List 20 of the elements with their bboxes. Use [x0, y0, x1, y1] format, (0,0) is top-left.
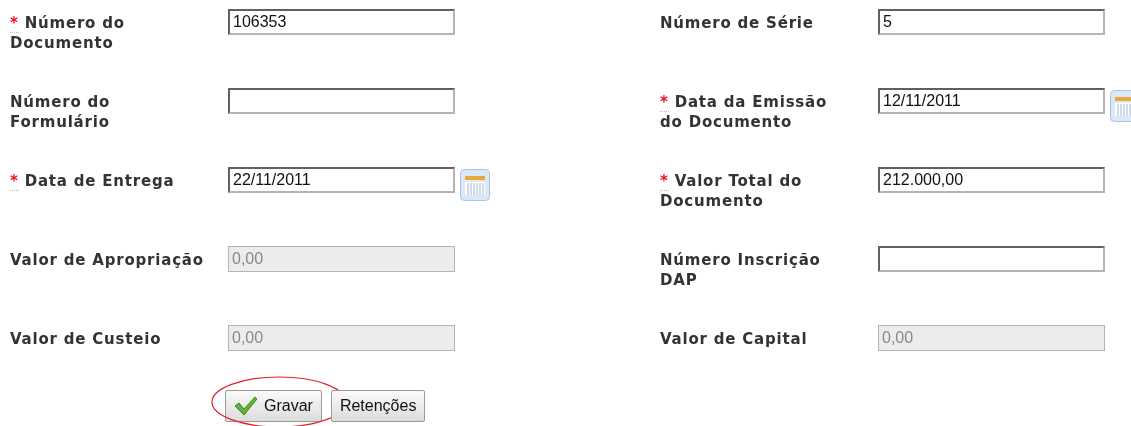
field-label: Número Inscrição DAP: [660, 250, 822, 290]
input-field[interactable]: 22/11/2011: [228, 167, 455, 193]
field-label: Valor de Apropriação: [10, 250, 205, 270]
input-field[interactable]: [878, 246, 1105, 272]
field-label: Número de Série: [660, 13, 815, 33]
input-field[interactable]: 5: [878, 9, 1105, 35]
field-label: Valor de Custeio: [10, 329, 163, 349]
checkmark-icon: [234, 396, 258, 416]
field-label: * Valor Total do Documento: [660, 171, 804, 211]
input-field[interactable]: [228, 88, 455, 114]
field-label: * Data de Entrega: [10, 171, 176, 191]
field-label: Número do Formulário: [10, 92, 112, 132]
field-label: * Número do Documento: [10, 13, 126, 53]
input-field[interactable]: 212.000,00: [878, 167, 1105, 193]
save-button[interactable]: Gravar: [225, 390, 322, 422]
button[interactable]: Retenções: [330, 390, 426, 422]
field-label: Valor de Capital: [660, 329, 809, 349]
field-label: * Data da Emissão do Documento: [660, 92, 829, 132]
input-field[interactable]: 106353: [228, 9, 455, 35]
input-field[interactable]: 12/11/2011: [878, 88, 1105, 114]
